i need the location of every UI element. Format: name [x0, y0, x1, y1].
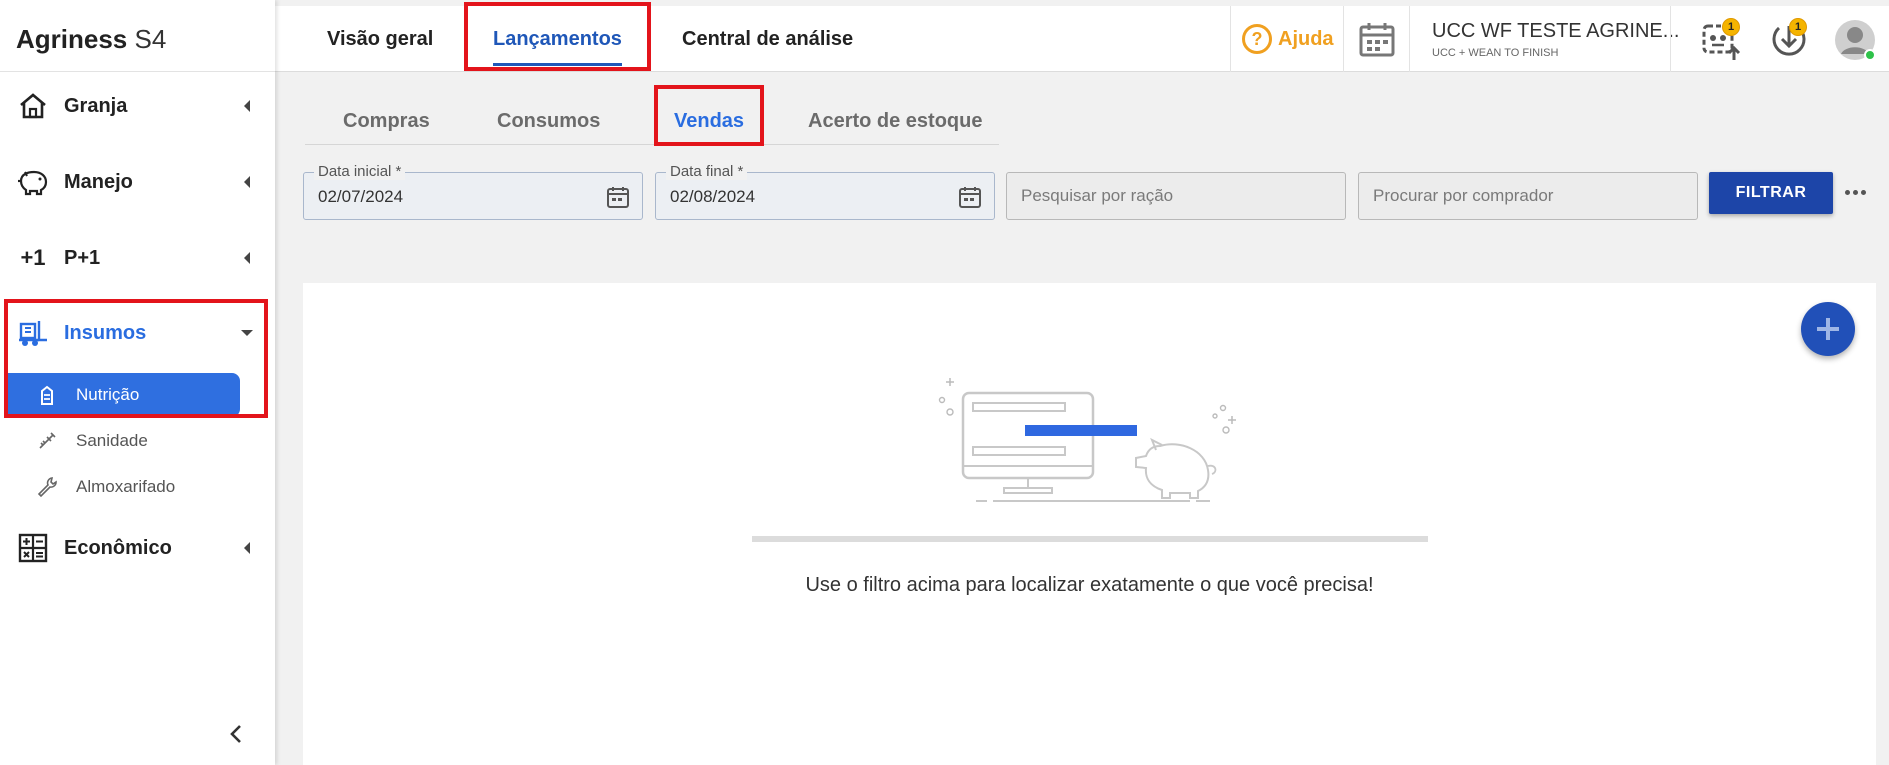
chevron-left-icon [244, 176, 250, 188]
calendar-icon[interactable] [606, 185, 630, 209]
chevron-left-icon [244, 100, 250, 112]
date-end-field[interactable]: Data final * 02/08/2024 [655, 163, 995, 220]
help-button[interactable]: ? Ajuda [1242, 6, 1334, 72]
calendar-icon[interactable] [1358, 20, 1396, 58]
subtab-consumos[interactable]: Consumos [497, 110, 600, 144]
calculator-icon [16, 531, 50, 565]
chevron-left-icon [244, 542, 250, 554]
sidebar-item-granja[interactable]: Granja [0, 78, 275, 134]
sidebar-subitem-sanidade[interactable]: Sanidade [8, 419, 240, 463]
more-options-icon[interactable] [1845, 182, 1867, 202]
empty-state-message: Use o filtro acima para localizar exatam… [805, 574, 1374, 596]
date-end-label: Data final * [666, 163, 748, 180]
farm-name: UCC WF TESTE AGRINE... [1432, 20, 1680, 42]
notification-badge: 1 [1789, 18, 1807, 36]
date-start-field[interactable]: Data inicial * 02/07/2024 [303, 163, 643, 220]
app-root: Agriness S4 Granja Manejo +1 P+1 Insumos… [0, 0, 1889, 765]
empty-state-illustration [938, 378, 1236, 502]
user-avatar[interactable] [1833, 18, 1877, 62]
tab-label: Central de análise [682, 27, 854, 50]
brand-name: Agriness [16, 24, 128, 54]
date-end-value[interactable]: 02/08/2024 [670, 187, 755, 207]
tab-central-de-analise[interactable]: Central de análise [682, 6, 853, 72]
sidebar-item-label: Insumos [64, 321, 147, 344]
results-card [303, 283, 1876, 765]
sidebar-subitem-label: Almoxarifado [76, 477, 176, 496]
calendar-icon[interactable] [958, 185, 982, 209]
tab-lancamentos[interactable]: Lançamentos [493, 6, 622, 72]
farm-type: UCC + WEAN TO FINISH [1432, 47, 1559, 59]
sidebar-item-insumos[interactable]: Insumos [0, 305, 275, 361]
brand-logo[interactable]: Agriness S4 [0, 0, 275, 72]
sidebar-item-label: Granja [64, 94, 128, 117]
plus-icon [1817, 318, 1839, 340]
search-buyer-input[interactable] [1359, 173, 1697, 219]
forklift-icon [16, 316, 50, 350]
subtabs-divider [305, 144, 999, 145]
wrench-icon [36, 476, 58, 498]
search-feed-field[interactable] [1006, 172, 1346, 220]
subtab-label: Consumos [497, 110, 601, 132]
tab-label: Lançamentos [493, 27, 622, 50]
avatar-icon [1835, 20, 1876, 61]
empty-state-divider [752, 536, 1428, 542]
subtab-compras[interactable]: Compras [343, 110, 430, 144]
divider [1230, 6, 1231, 72]
pig-icon [16, 165, 50, 199]
search-buyer-field[interactable] [1358, 172, 1698, 220]
subtab-vendas[interactable]: Vendas [674, 110, 744, 144]
sidebar-item-label: P+1 [64, 246, 101, 269]
download-button[interactable]: 1 [1769, 18, 1813, 64]
brand-suffix: S4 [134, 24, 167, 54]
filter-button[interactable]: FILTRAR [1709, 172, 1833, 214]
syringe-icon [36, 430, 58, 452]
collapse-sidebar-icon[interactable] [226, 722, 246, 746]
tab-visao-geral[interactable]: Visão geral [327, 6, 433, 72]
plus-one-icon: +1 [20, 245, 46, 270]
divider [1670, 6, 1671, 72]
chevron-down-icon [241, 330, 253, 336]
divider [1343, 6, 1344, 72]
notification-badge: 1 [1722, 18, 1740, 36]
date-start-label: Data inicial * [314, 163, 406, 180]
subtab-acerto-de-estoque[interactable]: Acerto de estoque [808, 110, 982, 144]
help-label: Ajuda [1278, 27, 1334, 50]
divider [1409, 6, 1410, 72]
add-button[interactable] [1801, 302, 1855, 356]
sidebar: Agriness S4 Granja Manejo +1 P+1 Insumos… [0, 0, 275, 765]
sidebar-subitem-label: Nutrição [76, 385, 140, 404]
active-subtab-indicator [693, 143, 723, 146]
subtab-label: Vendas [674, 110, 745, 132]
sidebar-item-p1[interactable]: +1 P+1 [0, 230, 275, 286]
house-icon [16, 89, 50, 123]
farm-selector[interactable]: UCC WF TESTE AGRINE... UCC + WEAN TO FIN… [1432, 20, 1680, 59]
sidebar-item-label: Manejo [64, 170, 133, 193]
subtab-label: Compras [343, 110, 430, 132]
chevron-left-icon [244, 252, 250, 264]
sync-upload-button[interactable]: 1 [1700, 18, 1744, 64]
search-feed-input[interactable] [1007, 173, 1345, 219]
sidebar-item-label: Econômico [64, 536, 172, 559]
sidebar-subitem-nutricao[interactable]: Nutrição [8, 373, 240, 417]
subtab-label: Acerto de estoque [808, 110, 983, 132]
sidebar-item-manejo[interactable]: Manejo [0, 154, 275, 210]
silo-icon [36, 384, 58, 406]
sidebar-item-economico[interactable]: Econômico [0, 520, 275, 576]
sidebar-subitem-label: Sanidade [76, 431, 148, 450]
date-start-value[interactable]: 02/07/2024 [318, 187, 403, 207]
tab-label: Visão geral [327, 27, 434, 50]
top-bar: Visão geral Lançamentos Central de análi… [275, 6, 1889, 72]
help-icon: ? [1242, 24, 1272, 54]
sidebar-subitem-almoxarifado[interactable]: Almoxarifado [8, 465, 240, 509]
